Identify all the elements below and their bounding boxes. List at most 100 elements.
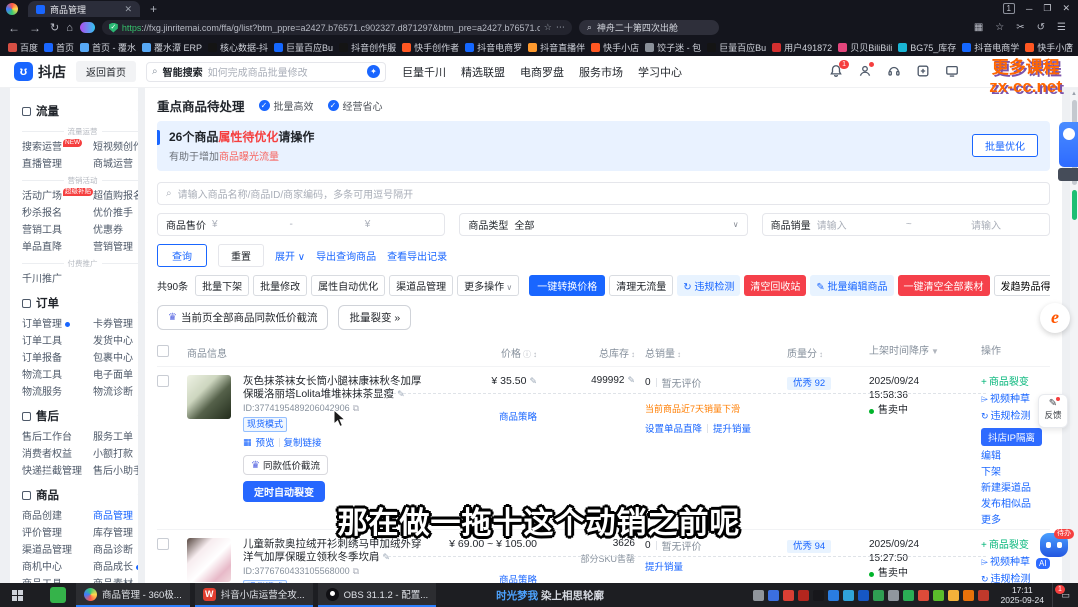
- sidebar-item[interactable]: 物流服务: [22, 384, 93, 401]
- home-icon[interactable]: ⌂: [66, 22, 73, 34]
- bookmark-item[interactable]: 饺子迷 - 包: [645, 41, 701, 54]
- sidebar-item[interactable]: 商城运营: [93, 156, 138, 173]
- bulk-action-button[interactable]: 更多操作 ∨: [457, 275, 519, 296]
- bookmark-item[interactable]: 覆水潭 ERP: [142, 41, 202, 54]
- sidebar-section-header[interactable]: 流量 ⌃: [22, 96, 138, 124]
- bookmark-item[interactable]: 快手创作者: [402, 41, 459, 54]
- side-tag-widget[interactable]: [1058, 168, 1078, 181]
- edit-stock-icon[interactable]: ✎: [627, 375, 635, 385]
- convert-price-button[interactable]: 一键转换价格: [529, 275, 605, 296]
- sidebar-item[interactable]: 商品成长: [93, 559, 138, 576]
- header-nav-item[interactable]: 服务市场: [579, 64, 623, 80]
- close-button[interactable]: ✕: [1062, 3, 1070, 14]
- sidebar-section-header[interactable]: 订单 ⌃: [22, 288, 138, 316]
- chevron-up-icon[interactable]: ⌃: [136, 299, 138, 306]
- url-more-icon[interactable]: ⋯: [556, 22, 565, 33]
- sidebar-item[interactable]: 库存管理: [93, 525, 138, 542]
- header-nav-item[interactable]: 巨量千川: [402, 64, 446, 80]
- sidebar-item[interactable]: 超值购报名: [93, 188, 138, 205]
- sidebar-item[interactable]: [93, 271, 138, 288]
- bookmark-item[interactable]: 抖音创作服: [339, 41, 396, 54]
- bookmark-item[interactable]: 抖音电商学: [962, 41, 1019, 54]
- taskbar-window-button[interactable]: OBS 31.1.2 - 配置...: [318, 583, 436, 607]
- copy-icon[interactable]: ⧉: [353, 403, 359, 413]
- price-range-filter[interactable]: 商品售价 ¥ - ¥: [157, 213, 445, 236]
- bookmark-item[interactable]: 贝贝BiliBili: [838, 41, 892, 54]
- headset-icon[interactable]: [886, 64, 901, 79]
- tab-count-badge[interactable]: 1: [1003, 3, 1015, 14]
- browser-logo-icon[interactable]: [6, 3, 18, 15]
- sidebar-item[interactable]: 小额打款: [93, 446, 138, 463]
- tray-icon[interactable]: [918, 590, 929, 601]
- menu-icon[interactable]: ☰: [1057, 22, 1066, 33]
- tray-icon[interactable]: [948, 590, 959, 601]
- feedback-widget[interactable]: ✎ 反馈: [1038, 394, 1068, 428]
- tray-icon[interactable]: [843, 590, 854, 601]
- product-strategy-link[interactable]: 商品策略: [499, 409, 537, 423]
- side-promo-widget[interactable]: [1059, 122, 1078, 167]
- sidebar-item[interactable]: 商品工具: [22, 576, 93, 583]
- sidebar-item[interactable]: 评价管理: [22, 525, 93, 542]
- edit-icon[interactable]: ✎: [397, 389, 405, 399]
- sidebar-item[interactable]: 售后小助手: [93, 463, 138, 480]
- bookmark-item[interactable]: 巨量百应Bu: [707, 41, 766, 54]
- sort-icon[interactable]: ↕: [533, 350, 537, 359]
- sidebar-item[interactable]: 消费者权益: [22, 446, 93, 463]
- clip-icon[interactable]: ✂: [1016, 22, 1024, 33]
- url-field[interactable]: ✓ https://fxg.jinritemai.com/ffa/g/list?…: [102, 20, 572, 35]
- expand-link[interactable]: 展开 ∨: [275, 248, 305, 263]
- sidebar-item[interactable]: 卡券管理: [93, 316, 138, 333]
- sidebar-item[interactable]: 订单报备: [22, 350, 93, 367]
- caret-down-icon[interactable]: ▼: [931, 347, 939, 356]
- tray-icon[interactable]: [963, 590, 974, 601]
- sidebar-item[interactable]: 渠道品管理: [22, 542, 93, 559]
- back-home-button[interactable]: 返回首页: [76, 61, 136, 82]
- edit-price-icon[interactable]: ✎: [529, 376, 537, 386]
- apps-grid-icon[interactable]: ▦: [974, 22, 983, 33]
- promo-float-icon[interactable]: e: [1040, 303, 1070, 333]
- bookmark-item[interactable]: 首页 - 覆水: [80, 41, 136, 54]
- refresh-icon[interactable]: ↻: [50, 21, 59, 34]
- sidebar-section-header[interactable]: 商品 ⌃: [22, 480, 138, 508]
- sidebar-item[interactable]: 包裹中心: [93, 350, 138, 367]
- sidebar-item[interactable]: 物流诊断: [93, 384, 138, 401]
- sidebar-item[interactable]: 商机中心: [22, 559, 93, 576]
- favorites-icon[interactable]: ☆: [995, 22, 1004, 33]
- copy-link-link[interactable]: 复制链接: [284, 435, 322, 449]
- bookmark-item[interactable]: 抖音电商罗: [465, 41, 522, 54]
- tray-icon[interactable]: [798, 590, 809, 601]
- smart-search-input[interactable]: ⌕ 智能搜索 如何完成商品批量修改 ✦: [146, 62, 386, 82]
- tray-icon[interactable]: [903, 590, 914, 601]
- batch-optimize-button[interactable]: 批量优化: [972, 134, 1038, 157]
- sidebar-item[interactable]: 订单管理: [22, 316, 93, 333]
- sidebar-item[interactable]: 发货中心: [93, 333, 138, 350]
- bookmark-item[interactable]: 巨量百应Bu: [274, 41, 333, 54]
- sidebar-item[interactable]: 快递拦截管理: [22, 463, 93, 480]
- tray-icon[interactable]: [978, 590, 989, 601]
- qrcode-icon[interactable]: ▦: [243, 437, 252, 448]
- sidebar-item[interactable]: 优价推手: [93, 205, 138, 222]
- clean-no-traffic-button[interactable]: 清理无流量: [609, 275, 673, 296]
- timed-auto-fission-button[interactable]: 定时自动裂变: [243, 481, 325, 502]
- new-tab-button[interactable]: +: [150, 2, 157, 16]
- bell-icon[interactable]: 1: [828, 64, 843, 79]
- header-nav-item[interactable]: 学习中心: [638, 64, 682, 80]
- sidebar-item[interactable]: 物流工具: [22, 367, 93, 384]
- tray-icon[interactable]: [888, 590, 899, 601]
- tray-icon[interactable]: [813, 590, 824, 601]
- maximize-button[interactable]: ❐: [1043, 3, 1051, 14]
- boost-sales-link[interactable]: 提升销量: [645, 559, 683, 573]
- col-header-time[interactable]: 上架时间降序▼: [869, 345, 981, 359]
- product-search-input[interactable]: ⌕ 请输入商品名称/商品ID/商家编码，多条可用逗号隔开: [157, 182, 1050, 205]
- op-link[interactable]: 新建渠道品: [981, 481, 1050, 497]
- quality-score-badge[interactable]: 优秀 94: [787, 540, 831, 553]
- sidebar-item[interactable]: 营销工具: [22, 222, 93, 239]
- preview-link[interactable]: 预览: [256, 435, 275, 449]
- batch-fission-button[interactable]: 批量裂变 »: [338, 305, 411, 330]
- row-checkbox[interactable]: [157, 375, 169, 387]
- doudian-logo[interactable]: ʊ 抖店: [14, 62, 66, 82]
- ai-assistant-widget[interactable]: 待办 AI: [1036, 533, 1072, 567]
- query-button[interactable]: 查询: [157, 244, 207, 267]
- bookmark-item[interactable]: 核心数据-抖: [208, 41, 268, 54]
- sales-range-filter[interactable]: 商品销量 请输入 ~ 请输入: [762, 213, 1050, 236]
